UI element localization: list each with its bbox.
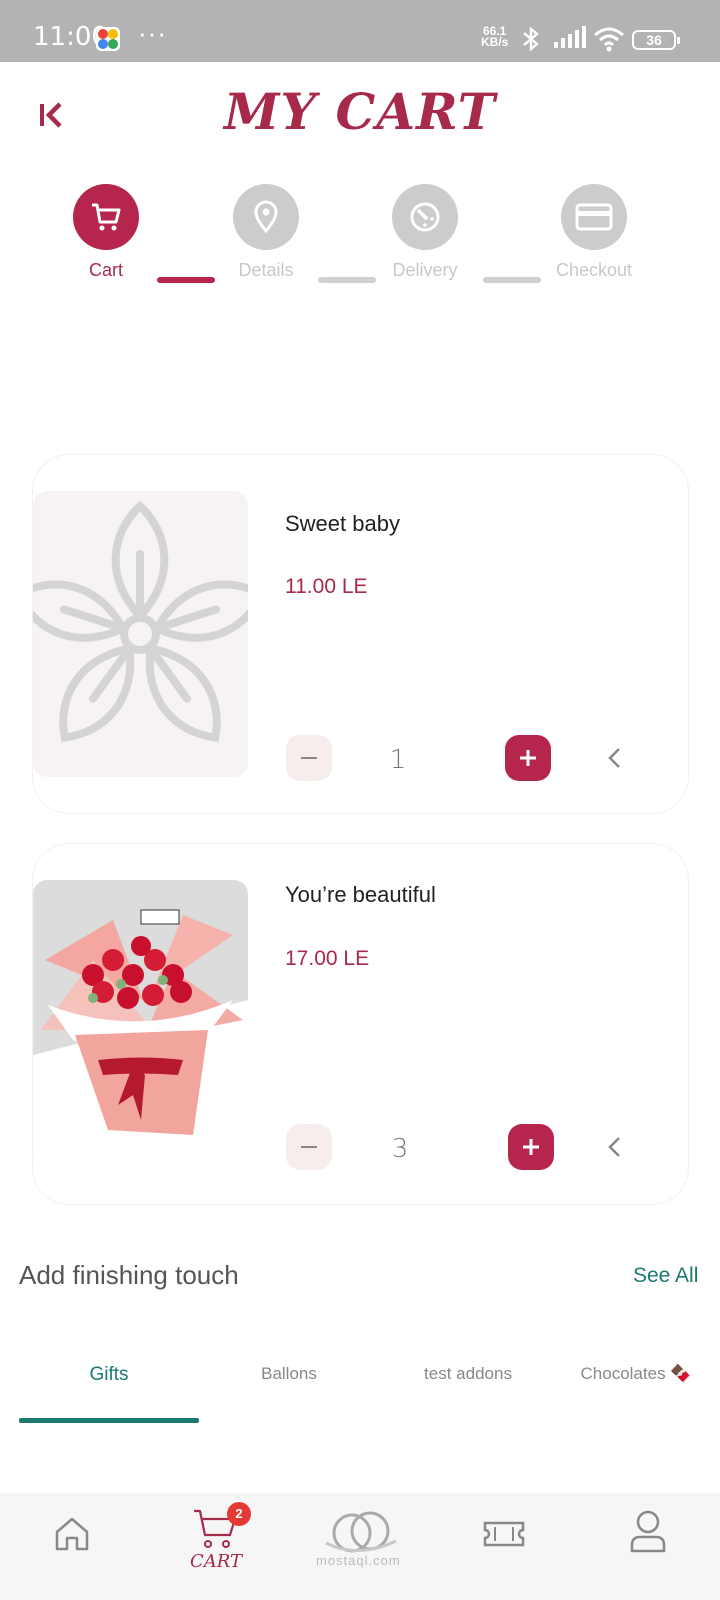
- bluetooth-icon: [523, 26, 539, 52]
- timer-icon: [410, 202, 440, 232]
- step-connector: [483, 277, 541, 283]
- more-notifications-icon: ···: [138, 18, 167, 48]
- step-label: Details: [238, 260, 294, 280]
- home-icon: [55, 1517, 89, 1551]
- step-label: Checkout: [555, 260, 633, 280]
- step-checkout[interactable]: Checkout: [524, 184, 664, 281]
- plus-icon: [520, 750, 536, 766]
- credit-card-icon: [575, 203, 613, 231]
- page-title: MY CART: [224, 82, 496, 141]
- section-title: Add finishing touch: [19, 1260, 239, 1290]
- decrease-quantity-button[interactable]: [286, 735, 332, 781]
- nav-logo[interactable]: [288, 1493, 432, 1600]
- step-cart[interactable]: Cart: [36, 184, 176, 281]
- cart-screen: 11:00 ··· 66.1 KB/s 36 MY CART Cart Deta…: [0, 0, 720, 1600]
- nav-home[interactable]: [0, 1493, 144, 1600]
- step-label: Cart: [88, 260, 123, 280]
- cart-count-badge: 2: [227, 1502, 251, 1526]
- chevron-left-icon[interactable]: [603, 1135, 627, 1159]
- ticket-icon: [483, 1521, 525, 1547]
- minus-icon: [301, 757, 317, 759]
- step-delivery[interactable]: Delivery: [355, 184, 495, 281]
- product-name: You’re beautiful: [285, 882, 436, 907]
- increase-quantity-button[interactable]: [505, 735, 551, 781]
- minus-icon: [301, 1146, 317, 1148]
- chevron-left-icon[interactable]: [603, 746, 627, 770]
- product-image: [33, 491, 248, 777]
- network-speed: 66.1 KB/s: [481, 24, 509, 49]
- step-label: Delivery: [392, 260, 458, 280]
- photos-app-icon: [96, 27, 120, 51]
- quantity-value: 3: [391, 1134, 409, 1164]
- decrease-quantity-button[interactable]: [286, 1124, 332, 1170]
- location-pin-icon: [254, 200, 278, 234]
- nav-cart-label: CART: [189, 1551, 242, 1572]
- step-connector: [157, 277, 215, 283]
- plus-icon: [523, 1139, 539, 1155]
- watermark-text: mostaql.com: [316, 1553, 401, 1568]
- see-all-link[interactable]: See All: [633, 1264, 698, 1288]
- nav-tickets[interactable]: [432, 1493, 576, 1600]
- battery-indicator: 36: [632, 30, 680, 50]
- step-connector: [318, 277, 376, 283]
- wifi-icon: [594, 27, 624, 52]
- increase-quantity-button[interactable]: [508, 1124, 554, 1170]
- quantity-value: 1: [389, 745, 407, 775]
- cart-item-card: Sweet baby 11.00 LE 1: [33, 455, 688, 813]
- rose-bouquet-image: [33, 909, 248, 1166]
- step-details[interactable]: Details: [196, 184, 336, 281]
- tab-gifts[interactable]: Gifts: [19, 1364, 199, 1386]
- status-bar: 11:00 ··· 66.1 KB/s 36: [0, 0, 720, 62]
- cart-item-card: You’re beautiful 17.00 LE 3: [33, 844, 688, 1204]
- nav-cart[interactable]: 2 CART: [144, 1493, 288, 1600]
- nav-profile[interactable]: [576, 1493, 720, 1600]
- profile-icon: [630, 1510, 666, 1553]
- cart-icon: [92, 203, 121, 231]
- bottom-navigation: 2 CART: [0, 1493, 720, 1600]
- tab-indicator: [19, 1418, 199, 1423]
- tab-test-addons[interactable]: test addons: [378, 1364, 558, 1384]
- product-price: 17.00 LE: [285, 947, 370, 970]
- flower-placeholder-icon: [33, 500, 248, 742]
- product-name: Sweet baby: [285, 511, 400, 536]
- product-image: [33, 880, 248, 1166]
- product-price: 11.00 LE: [285, 575, 368, 598]
- tab-ballons[interactable]: Ballons: [199, 1364, 379, 1384]
- signal-icon: [554, 26, 586, 48]
- tab-chocolates[interactable]: Chocolates 🍫: [556, 1364, 716, 1384]
